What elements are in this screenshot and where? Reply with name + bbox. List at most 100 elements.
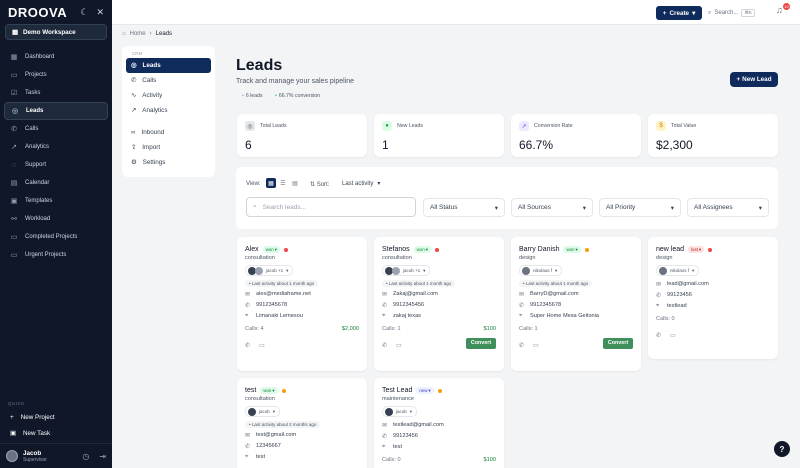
stat-card-total-leads: ◎ Total Leads 6 xyxy=(237,114,367,157)
lead-phone[interactable]: 99123456 xyxy=(393,433,418,439)
status-badge[interactable]: won ▾ xyxy=(260,387,278,394)
sidebar-item-workload[interactable]: ⚯ Workload xyxy=(4,210,108,228)
call-icon[interactable]: ✆ xyxy=(245,342,250,349)
sidebar-item-tasks[interactable]: ☑ Tasks xyxy=(4,84,108,102)
lead-phone[interactable]: 99123456 xyxy=(667,292,692,298)
bell-icon[interactable]: ♫ 10 xyxy=(776,3,790,19)
user-profile[interactable]: Jacob Supervisor ◷ ⇥ xyxy=(0,443,112,468)
search-leads-input[interactable]: ⌕ Search leads... xyxy=(246,197,416,217)
app-logo[interactable]: DROOVA xyxy=(8,5,72,20)
lead-email[interactable]: testlead@gmail.com xyxy=(393,422,444,428)
new-project-button[interactable]: + New Project xyxy=(0,409,112,425)
page-title: Leads xyxy=(236,57,283,74)
mail-icon: ✉ xyxy=(245,291,251,298)
help-button[interactable]: ? xyxy=(774,441,790,457)
status-badge[interactable]: new ▾ xyxy=(416,387,434,394)
lead-card-barry-danish[interactable]: Barry Danish won ▾ design nikolaos f ▾ • La… xyxy=(511,237,641,371)
question-icon: ? xyxy=(779,444,785,454)
subnav-item-analytics[interactable]: ↗ Analytics xyxy=(126,103,211,118)
lead-phone[interactable]: 9912345678 xyxy=(530,302,561,308)
lead-card-stefanos[interactable]: Stefanos won ▾ consultation jacob +1 ▾ • La… xyxy=(374,237,504,371)
home-icon[interactable]: ⌂ xyxy=(122,31,126,37)
workspace-switcher[interactable]: ▦ Demo Workspace xyxy=(5,24,107,40)
subnav-item-activity[interactable]: ∿ Activity xyxy=(126,88,211,103)
logout-icon[interactable]: ⇥ xyxy=(99,452,106,461)
card-icon[interactable]: ▭ xyxy=(670,332,676,339)
assignee-select[interactable]: jacob ▾ xyxy=(382,406,418,417)
priority-dot xyxy=(283,247,288,252)
convert-button[interactable]: Convert xyxy=(466,337,496,349)
call-icon[interactable]: ✆ xyxy=(656,332,661,339)
mail-icon: ✉ xyxy=(382,291,388,298)
sidebar-item-projects[interactable]: ▭ Projects xyxy=(4,66,108,84)
breadcrumb-home[interactable]: Home xyxy=(130,31,146,37)
sidebar-item-leads[interactable]: ◎ Leads xyxy=(4,102,108,120)
sidebar-item-templates[interactable]: ▣ Templates xyxy=(4,192,108,210)
lead-phone[interactable]: 12345667 xyxy=(256,443,281,449)
stat-value: $2,300 xyxy=(656,138,693,152)
lead-type: maintenance xyxy=(382,396,415,402)
sidebar-item-support[interactable]: ◌ Support xyxy=(4,156,108,174)
close-icon[interactable]: ✕ xyxy=(96,7,104,18)
subnav-item-inbound[interactable]: ∞ Inbound xyxy=(126,125,211,140)
status-badge[interactable]: won ▾ xyxy=(563,246,581,253)
call-icon[interactable]: ✆ xyxy=(519,342,524,349)
create-button[interactable]: + Create ▾ xyxy=(656,6,702,20)
sidebar-item-completed-projects[interactable]: ▭ Completed Projects xyxy=(4,228,108,246)
priority-select[interactable]: All Priority ▾ xyxy=(599,198,681,217)
card-icon[interactable]: ▭ xyxy=(259,342,265,349)
subnav-item-leads[interactable]: ◎ Leads xyxy=(126,58,211,73)
lead-card-test[interactable]: test won ▾ consultation jacob ▾ • Last acti… xyxy=(237,378,367,468)
new-lead-button[interactable]: + New Lead xyxy=(730,72,778,87)
card-icon[interactable]: ▭ xyxy=(533,342,539,349)
global-search[interactable]: ⌕ Search... ⌘K xyxy=(708,7,766,19)
chevron-down-icon: ▾ xyxy=(670,204,674,212)
assignee-select[interactable]: jacob +1 ▾ xyxy=(245,265,294,276)
sidebar-item-analytics[interactable]: ↗ Analytics xyxy=(4,138,108,156)
lead-email[interactable]: alex@mediaframe.net xyxy=(256,291,311,297)
assignee-select[interactable]: nikolaos f ▾ xyxy=(519,265,563,276)
sort-select[interactable]: Last activity ▾ xyxy=(338,178,384,189)
lead-email[interactable]: Zakaj@gmail.com xyxy=(393,291,438,297)
location-icon: ⌖ xyxy=(519,312,523,319)
convert-button[interactable]: Convert xyxy=(603,337,633,349)
search-placeholder: Search leads... xyxy=(262,203,306,211)
sidebar-item-calendar[interactable]: ▤ Calendar xyxy=(4,174,108,192)
lead-card-test-lead[interactable]: Test Lead new ▾ maintenance jacob ▾ ✉ testle… xyxy=(374,378,504,468)
subnav-label: Import xyxy=(142,144,161,151)
lead-card-new-lead[interactable]: new lead lost ▾ design nikolaos f ▾ ✉ lead@g… xyxy=(648,237,778,359)
lead-phone[interactable]: 9912345456 xyxy=(393,302,424,308)
history-icon[interactable]: ◷ xyxy=(82,452,89,461)
new-task-button[interactable]: ▣ New Task xyxy=(0,425,112,441)
assignees-select[interactable]: All Assignees ▾ xyxy=(687,198,769,217)
assignee-select[interactable]: nikolaos f ▾ xyxy=(656,265,700,276)
lead-email[interactable]: test@gmail.com xyxy=(256,432,296,438)
sidebar-item-dashboard[interactable]: ▦ Dashboard xyxy=(4,48,108,66)
subnav-item-calls[interactable]: ✆ Calls xyxy=(126,73,211,88)
lead-email[interactable]: lead@gmail.com xyxy=(667,281,709,287)
status-badge[interactable]: won ▾ xyxy=(413,246,431,253)
sidebar-item-urgent-projects[interactable]: ▭ Urgent Projects xyxy=(4,246,108,264)
lead-phone[interactable]: 9912345678 xyxy=(256,302,287,308)
lead-card-alex[interactable]: Alex won ▾ consultation jacob +1 ▾ • Last a… xyxy=(237,237,367,371)
grid-view-icon[interactable]: ▦ xyxy=(266,178,276,188)
status-badge[interactable]: lost ▾ xyxy=(688,246,705,253)
list-view-icon[interactable]: ☰ xyxy=(278,178,288,188)
assignee-select[interactable]: jacob ▾ xyxy=(245,406,281,417)
status-text: won xyxy=(265,247,274,252)
sources-select[interactable]: All Sources ▾ xyxy=(511,198,593,217)
status-select[interactable]: All Status ▾ xyxy=(423,198,505,217)
card-icon[interactable]: ▭ xyxy=(396,342,402,349)
call-icon[interactable]: ✆ xyxy=(382,342,387,349)
sort-value: Last activity xyxy=(342,180,374,187)
activity-badge: • Last activity about 2 months ago xyxy=(245,420,321,428)
moon-icon[interactable]: ☾ xyxy=(80,7,88,18)
table-view-icon[interactable]: ▤ xyxy=(290,178,300,188)
assignee-select[interactable]: jacob +1 ▾ xyxy=(382,265,431,276)
lead-email[interactable]: BarryD@gmail.com xyxy=(530,291,579,297)
status-badge[interactable]: won ▾ xyxy=(262,246,280,253)
sidebar-item-calls[interactable]: ✆ Calls xyxy=(4,120,108,138)
subnav-item-settings[interactable]: ⚙ Settings xyxy=(126,155,211,170)
subnav-item-import[interactable]: ⇪ Import xyxy=(126,140,211,155)
avatar xyxy=(255,266,263,275)
